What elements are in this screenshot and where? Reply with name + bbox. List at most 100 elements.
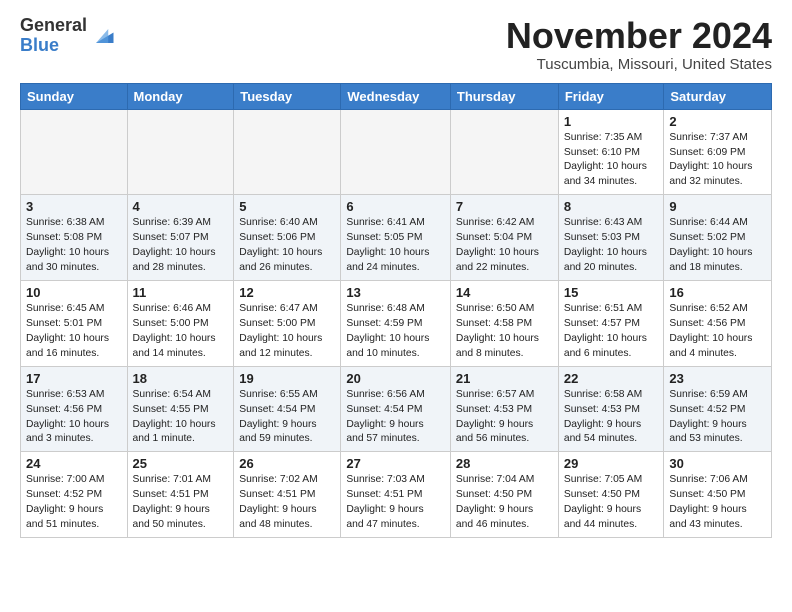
- calendar-cell: 13Sunrise: 6:48 AMSunset: 4:59 PMDayligh…: [341, 280, 451, 366]
- week-row-1: 3 Sunrise: 6:38 AMSunset: 5:08 PMDaylight…: [21, 195, 772, 281]
- day-number: 24: [26, 456, 122, 471]
- cell-text: Sunrise: 6:42 AMSunset: 5:04 PMDaylight:…: [456, 216, 553, 276]
- day-number: 17: [26, 371, 122, 386]
- cell-text: Sunrise: 6:59 AMSunset: 4:52 PMDaylight:…: [669, 388, 766, 448]
- calendar-cell: 7Sunrise: 6:42 AMSunset: 5:04 PMDaylight…: [450, 195, 558, 281]
- calendar-cell: 21Sunrise: 6:57 AMSunset: 4:53 PMDayligh…: [450, 366, 558, 452]
- day-number: 20: [346, 371, 445, 386]
- cell-text: Sunrise: 7:00 AMSunset: 4:52 PMDaylight:…: [26, 473, 122, 533]
- logo-general: General: [20, 15, 87, 35]
- day-number: 5: [239, 199, 335, 214]
- cell-text: Sunrise: 6:43 AMSunset: 5:03 PMDaylight:…: [564, 216, 659, 276]
- day-number: 30: [669, 456, 766, 471]
- calendar-cell: 16 Sunrise: 6:52 AMSunset: 4:56 PMDayligh…: [664, 280, 772, 366]
- cell-text: Sunrise: 7:04 AMSunset: 4:50 PMDaylight:…: [456, 473, 553, 533]
- day-number: 10: [26, 285, 122, 300]
- cell-text: Sunrise: 7:01 AMSunset: 4:51 PMDaylight:…: [133, 473, 229, 533]
- calendar-cell: 30 Sunrise: 7:06 AMSunset: 4:50 PMDayligh…: [664, 452, 772, 538]
- calendar-cell: 15 Sunrise: 6:51 AMSunset: 4:57 PMDayligh…: [558, 280, 664, 366]
- calendar-cell: [234, 109, 341, 195]
- logo: General Blue: [20, 16, 117, 56]
- day-number: 15: [564, 285, 659, 300]
- day-number: 1: [564, 114, 659, 129]
- calendar-cell: 5 Sunrise: 6:40 AMSunset: 5:06 PMDaylight…: [234, 195, 341, 281]
- day-number: 16: [669, 285, 766, 300]
- week-row-4: 24 Sunrise: 7:00 AMSunset: 4:52 PMDayligh…: [21, 452, 772, 538]
- week-row-2: 10Sunrise: 6:45 AMSunset: 5:01 PMDayligh…: [21, 280, 772, 366]
- cell-text: Sunrise: 6:53 AMSunset: 4:56 PMDaylight:…: [26, 388, 122, 448]
- day-number: 2: [669, 114, 766, 129]
- calendar-cell: 27 Sunrise: 7:03 AMSunset: 4:51 PMDayligh…: [341, 452, 451, 538]
- header-row: SundayMondayTuesdayWednesdayThursdayFrid…: [21, 83, 772, 109]
- day-number: 3: [26, 199, 122, 214]
- cell-text: Sunrise: 6:46 AMSunset: 5:00 PMDaylight:…: [133, 302, 229, 362]
- day-number: 19: [239, 371, 335, 386]
- cell-text: Sunrise: 6:52 AMSunset: 4:56 PMDaylight:…: [669, 302, 766, 362]
- cell-text: Sunrise: 7:35 AMSunset: 6:10 PMDaylight:…: [564, 131, 659, 191]
- calendar-cell: 24 Sunrise: 7:00 AMSunset: 4:52 PMDayligh…: [21, 452, 128, 538]
- cell-text: Sunrise: 6:55 AMSunset: 4:54 PMDaylight:…: [239, 388, 335, 448]
- day-header-tuesday: Tuesday: [234, 83, 341, 109]
- day-number: 29: [564, 456, 659, 471]
- cell-text: Sunrise: 7:06 AMSunset: 4:50 PMDaylight:…: [669, 473, 766, 533]
- day-header-wednesday: Wednesday: [341, 83, 451, 109]
- day-number: 28: [456, 456, 553, 471]
- cell-text: Sunrise: 6:58 AMSunset: 4:53 PMDaylight:…: [564, 388, 659, 448]
- calendar-cell: 19 Sunrise: 6:55 AMSunset: 4:54 PMDayligh…: [234, 366, 341, 452]
- page: General Blue November 2024 Tuscumbia, Mi…: [0, 0, 792, 554]
- cell-text: Sunrise: 6:50 AMSunset: 4:58 PMDaylight:…: [456, 302, 553, 362]
- week-row-3: 17 Sunrise: 6:53 AMSunset: 4:56 PMDayligh…: [21, 366, 772, 452]
- calendar-cell: 25 Sunrise: 7:01 AMSunset: 4:51 PMDayligh…: [127, 452, 234, 538]
- calendar-cell: 9 Sunrise: 6:44 AMSunset: 5:02 PMDaylight…: [664, 195, 772, 281]
- calendar-cell: 1 Sunrise: 7:35 AMSunset: 6:10 PMDaylight…: [558, 109, 664, 195]
- cell-text: Sunrise: 6:38 AMSunset: 5:08 PMDaylight:…: [26, 216, 122, 276]
- cell-text: Sunrise: 6:41 AMSunset: 5:05 PMDaylight:…: [346, 216, 445, 276]
- location: Tuscumbia, Missouri, United States: [506, 56, 772, 73]
- day-number: 14: [456, 285, 553, 300]
- day-number: 12: [239, 285, 335, 300]
- cell-text: Sunrise: 7:03 AMSunset: 4:51 PMDaylight:…: [346, 473, 445, 533]
- cell-text: Sunrise: 7:37 AMSunset: 6:09 PMDaylight:…: [669, 131, 766, 191]
- day-number: 27: [346, 456, 445, 471]
- month-title: November 2024: [506, 16, 772, 56]
- cell-text: Sunrise: 6:39 AMSunset: 5:07 PMDaylight:…: [133, 216, 229, 276]
- calendar-cell: 28 Sunrise: 7:04 AMSunset: 4:50 PMDayligh…: [450, 452, 558, 538]
- calendar-cell: 14 Sunrise: 6:50 AMSunset: 4:58 PMDayligh…: [450, 280, 558, 366]
- day-header-monday: Monday: [127, 83, 234, 109]
- cell-text: Sunrise: 6:40 AMSunset: 5:06 PMDaylight:…: [239, 216, 335, 276]
- calendar-cell: 20 Sunrise: 6:56 AMSunset: 4:54 PMDayligh…: [341, 366, 451, 452]
- day-number: 8: [564, 199, 659, 214]
- day-header-sunday: Sunday: [21, 83, 128, 109]
- cell-text: Sunrise: 6:54 AMSunset: 4:55 PMDaylight:…: [133, 388, 229, 448]
- calendar-cell: [127, 109, 234, 195]
- title-block: November 2024 Tuscumbia, Missouri, Unite…: [506, 16, 772, 73]
- calendar-cell: 2 Sunrise: 7:37 AMSunset: 6:09 PMDaylight…: [664, 109, 772, 195]
- day-number: 11: [133, 285, 229, 300]
- calendar-cell: 18Sunrise: 6:54 AMSunset: 4:55 PMDayligh…: [127, 366, 234, 452]
- calendar-cell: 17 Sunrise: 6:53 AMSunset: 4:56 PMDayligh…: [21, 366, 128, 452]
- cell-text: Sunrise: 7:02 AMSunset: 4:51 PMDaylight:…: [239, 473, 335, 533]
- cell-text: Sunrise: 6:51 AMSunset: 4:57 PMDaylight:…: [564, 302, 659, 362]
- day-header-thursday: Thursday: [450, 83, 558, 109]
- calendar-cell: 29 Sunrise: 7:05 AMSunset: 4:50 PMDayligh…: [558, 452, 664, 538]
- calendar-cell: 3 Sunrise: 6:38 AMSunset: 5:08 PMDaylight…: [21, 195, 128, 281]
- cell-text: Sunrise: 6:44 AMSunset: 5:02 PMDaylight:…: [669, 216, 766, 276]
- day-number: 13: [346, 285, 445, 300]
- week-row-0: 1 Sunrise: 7:35 AMSunset: 6:10 PMDaylight…: [21, 109, 772, 195]
- calendar-cell: 6 Sunrise: 6:41 AMSunset: 5:05 PMDaylight…: [341, 195, 451, 281]
- cell-text: Sunrise: 6:56 AMSunset: 4:54 PMDaylight:…: [346, 388, 445, 448]
- logo-icon: [89, 22, 117, 50]
- calendar-cell: [21, 109, 128, 195]
- day-number: 26: [239, 456, 335, 471]
- day-number: 9: [669, 199, 766, 214]
- cell-text: Sunrise: 6:57 AMSunset: 4:53 PMDaylight:…: [456, 388, 553, 448]
- calendar-cell: 23Sunrise: 6:59 AMSunset: 4:52 PMDayligh…: [664, 366, 772, 452]
- calendar-cell: 10Sunrise: 6:45 AMSunset: 5:01 PMDayligh…: [21, 280, 128, 366]
- day-number: 6: [346, 199, 445, 214]
- calendar-table: SundayMondayTuesdayWednesdayThursdayFrid…: [20, 83, 772, 538]
- day-number: 25: [133, 456, 229, 471]
- cell-text: Sunrise: 7:05 AMSunset: 4:50 PMDaylight:…: [564, 473, 659, 533]
- calendar-cell: 11 Sunrise: 6:46 AMSunset: 5:00 PMDayligh…: [127, 280, 234, 366]
- calendar-cell: 4Sunrise: 6:39 AMSunset: 5:07 PMDaylight…: [127, 195, 234, 281]
- day-header-saturday: Saturday: [664, 83, 772, 109]
